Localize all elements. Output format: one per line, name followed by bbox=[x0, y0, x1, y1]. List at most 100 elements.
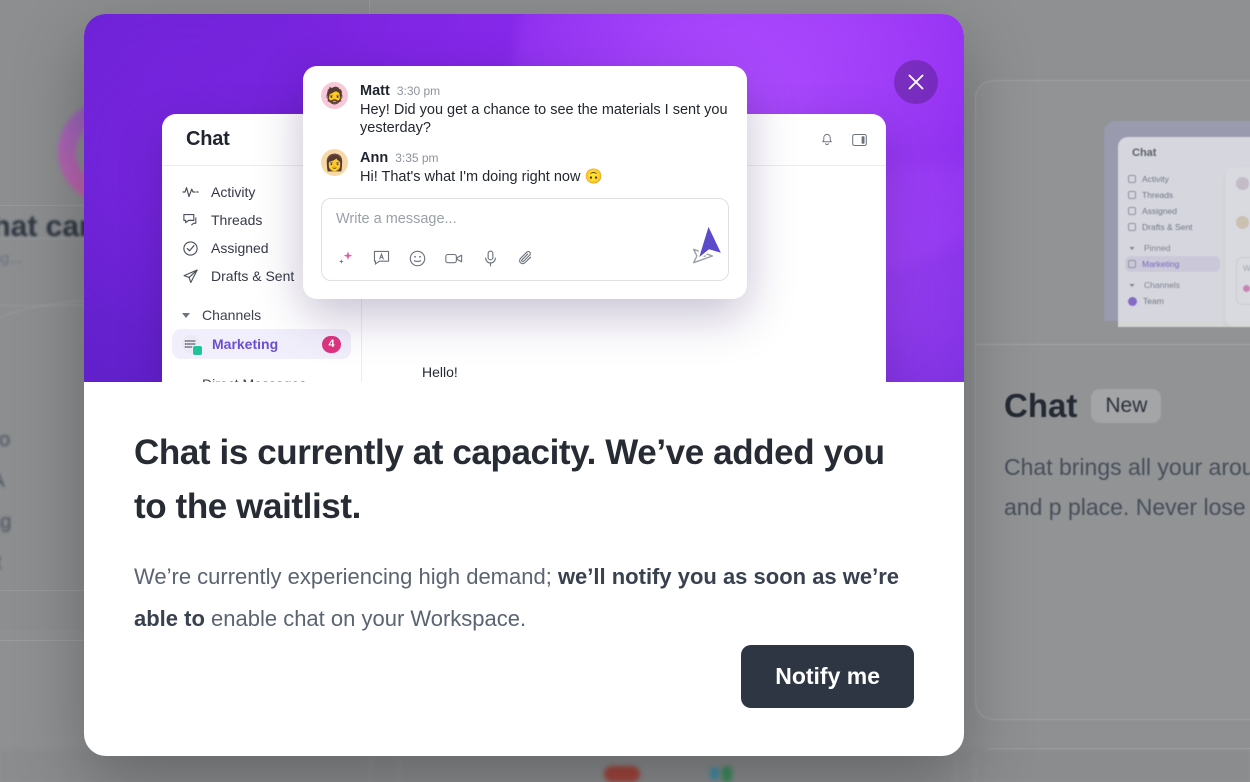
panel-icon[interactable] bbox=[851, 132, 868, 148]
avatar bbox=[1236, 177, 1249, 190]
popup-message-time: 3:35 pm bbox=[395, 151, 439, 165]
popup-message-body: Ann 3:35 pm Hi! That's what I'm doing rig… bbox=[360, 149, 603, 186]
threads-icon bbox=[182, 212, 199, 229]
close-button[interactable] bbox=[894, 60, 938, 104]
background-mini-composer-placeholder: Write a m bbox=[1243, 264, 1250, 273]
send-button[interactable] bbox=[692, 247, 714, 270]
popup-message: 🧔 Matt 3:30 pm Hey! Did you get a chance … bbox=[321, 82, 729, 137]
background-mini-section-label: Channels bbox=[1144, 280, 1180, 290]
modal-subtitle-part1: We’re currently experiencing high demand… bbox=[134, 564, 558, 589]
avatar: 🧔 bbox=[321, 82, 348, 109]
background-card-description: Chat brings all your around tasks and p … bbox=[1004, 454, 1250, 520]
sidebar-section-label: Channels bbox=[202, 307, 262, 323]
background-taskbar-item bbox=[710, 767, 719, 780]
background-mini-message: Ann Hi! Th 🙃 bbox=[1236, 216, 1250, 249]
close-icon bbox=[908, 74, 924, 90]
background-mini-nav-label: Drafts & Sent bbox=[1142, 222, 1193, 232]
attachment-icon[interactable] bbox=[517, 249, 536, 268]
ai-sparkle-icon[interactable] bbox=[336, 249, 355, 268]
sidebar-item-label: Assigned bbox=[211, 240, 269, 256]
avatar: 👩 bbox=[321, 149, 348, 176]
message-composer[interactable]: Write a message... bbox=[321, 198, 729, 281]
background-mini-nav-item: Activity bbox=[1128, 171, 1220, 187]
channel-status-badge bbox=[192, 345, 203, 356]
message-popup-card: 🧔 Matt 3:30 pm Hey! Did you get a chance … bbox=[303, 66, 747, 299]
background-mini-composer: Write a m bbox=[1236, 257, 1250, 305]
background-taskbar-item bbox=[604, 766, 640, 782]
chat-window-header-actions bbox=[819, 132, 868, 148]
avatar bbox=[1128, 296, 1137, 306]
sidebar-item-label: Marketing bbox=[212, 336, 279, 352]
drafts-sent-icon bbox=[182, 268, 199, 285]
video-icon[interactable] bbox=[444, 249, 464, 268]
bell-icon[interactable] bbox=[819, 132, 835, 148]
background-mini-channel-marketing: Marketing bbox=[1125, 256, 1220, 272]
background-mini-channel-label: Marketing bbox=[1142, 259, 1180, 269]
background-mini-message: Matt Hey! D mater bbox=[1236, 177, 1250, 210]
sidebar-item-label: Drafts & Sent bbox=[211, 268, 295, 284]
background-mini-window: Chat + Activity Threads Assigned Drafts … bbox=[1118, 137, 1250, 327]
popup-message-text: Hi! That's what I'm doing right now 🙃 bbox=[360, 169, 603, 185]
assigned-icon bbox=[1128, 207, 1136, 215]
composer-toolbar bbox=[336, 247, 714, 270]
background-mini-channel-label: Team bbox=[1143, 296, 1164, 306]
background-card-body: Chat New Chat brings all your around tas… bbox=[976, 344, 1250, 719]
modal-title: Chat is currently at capacity. We’ve add… bbox=[134, 433, 885, 526]
threads-icon bbox=[1128, 191, 1136, 199]
background-mini-nav-label: Assigned bbox=[1142, 206, 1177, 216]
send-icon bbox=[692, 248, 714, 264]
background-mini-nav-item: Drafts & Sent bbox=[1128, 219, 1220, 235]
chat-message-partial: Hello! bbox=[362, 362, 480, 382]
message-input-placeholder[interactable]: Write a message... bbox=[336, 211, 714, 227]
background-mini-chat-popup: Matt Hey! D mater Ann Hi! Th 🙃 bbox=[1226, 167, 1250, 327]
channel-icon bbox=[182, 335, 203, 356]
avatar bbox=[1236, 216, 1249, 229]
modal-actions: Notify me bbox=[741, 645, 914, 708]
chevron-down-icon bbox=[1129, 283, 1135, 287]
activity-icon bbox=[1128, 175, 1136, 183]
chevron-down-icon bbox=[1129, 246, 1135, 250]
status-badge: New bbox=[1091, 389, 1162, 423]
chat-message-text: Hello! bbox=[422, 364, 458, 380]
chevron-down-icon bbox=[182, 312, 190, 318]
background-mini-nav-label: Activity bbox=[1142, 174, 1169, 184]
background-mini-nav-item: Threads bbox=[1128, 187, 1220, 203]
modal-subtitle-part2: enable chat on your Workspace. bbox=[204, 606, 527, 631]
chat-window-title: Chat bbox=[186, 128, 230, 150]
activity-icon bbox=[182, 184, 199, 201]
background-ask-placeholder: e anything... bbox=[0, 250, 22, 267]
ai-sparkle-icon bbox=[1243, 285, 1250, 292]
background-mini-section-channels: Channels bbox=[1128, 277, 1220, 293]
sidebar-item-label: Threads bbox=[211, 212, 263, 228]
popup-message-author: Ann bbox=[360, 150, 389, 166]
background-mini-section-label: Pinned bbox=[1144, 243, 1171, 253]
background-mini-nav-label: Threads bbox=[1142, 190, 1174, 200]
popup-message-time: 3:30 pm bbox=[396, 84, 441, 98]
sidebar-section-direct-messages[interactable]: Direct Messages bbox=[172, 370, 351, 382]
sidebar-item-marketing[interactable]: Marketing 4 bbox=[172, 329, 351, 359]
background-mini-nav-item: Assigned bbox=[1128, 203, 1220, 219]
popup-message-text: Hey! Did you get a chance to see the mat… bbox=[360, 102, 728, 136]
channel-icon bbox=[1128, 260, 1136, 268]
sidebar-section-channels[interactable]: Channels bbox=[172, 301, 351, 329]
background-mini-title: Chat bbox=[1132, 147, 1157, 159]
background-mini-section-pinned: Pinned bbox=[1128, 240, 1220, 256]
chat-message-body: Hello! bbox=[422, 362, 458, 382]
modal-body: Chat is currently at capacity. We’ve add… bbox=[84, 382, 964, 756]
background-card-title: Chat bbox=[1004, 387, 1078, 424]
popup-message-body: Matt 3:30 pm Hey! Did you get a chance to… bbox=[360, 82, 729, 137]
background-mini-composer-icons bbox=[1243, 285, 1250, 292]
notify-me-button[interactable]: Notify me bbox=[741, 645, 914, 708]
popup-message-author: Matt bbox=[360, 83, 390, 99]
microphone-icon[interactable] bbox=[481, 249, 500, 268]
popup-message-meta: Matt 3:30 pm bbox=[360, 82, 729, 100]
emoji-icon[interactable] bbox=[408, 249, 427, 268]
background-chat-feature-card: Chat + Activity Threads Assigned Drafts … bbox=[975, 80, 1250, 720]
unread-count-badge: 4 bbox=[322, 335, 341, 353]
mention-icon[interactable] bbox=[372, 249, 391, 268]
background-mini-window-frame: Chat + Activity Threads Assigned Drafts … bbox=[1104, 121, 1250, 327]
popup-message-meta: Ann 3:35 pm bbox=[360, 149, 603, 167]
modal-subtitle: We’re currently experiencing high demand… bbox=[134, 556, 914, 640]
background-card-heading: Chat New bbox=[1004, 387, 1250, 425]
background-mini-channel-team: Team bbox=[1128, 293, 1220, 309]
